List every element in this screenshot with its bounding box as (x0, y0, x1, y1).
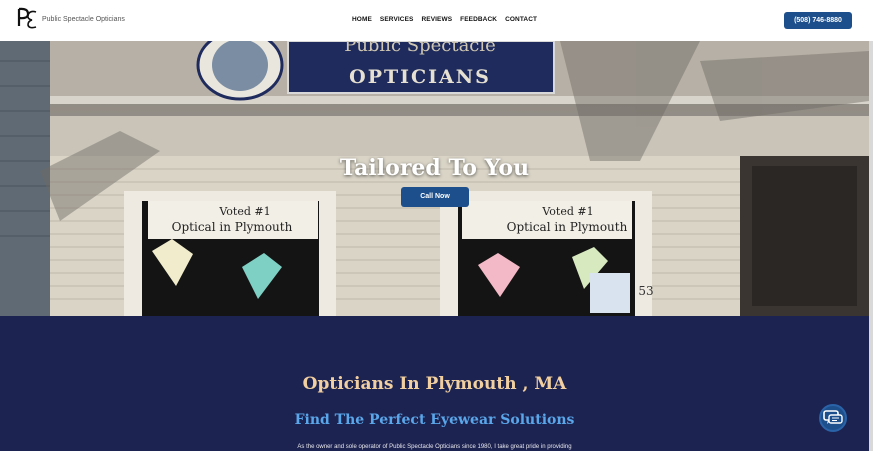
scrollbar-track[interactable] (869, 41, 873, 451)
poster-right-line2: Optical in Plymouth (507, 220, 628, 234)
hero-title: Tailored To You (339, 155, 530, 181)
nav-home[interactable]: HOME (352, 16, 372, 23)
intro-section: Opticians In Plymouth , MA Find The Perf… (0, 316, 869, 451)
chat-button[interactable] (819, 404, 847, 432)
nav-feedback[interactable]: FEEDBACK (460, 16, 497, 23)
nav-contact[interactable]: CONTACT (505, 16, 537, 23)
intro-subheading: Find The Perfect Eyewear Solutions (294, 412, 575, 428)
house-number: 53 (638, 284, 653, 298)
poster-left-line1: Voted #1 (218, 205, 270, 218)
phone-button[interactable]: (508) 746-8880 (784, 12, 852, 29)
logo-text: Public Spectacle Opticians (42, 15, 125, 23)
logo[interactable]: Public Spectacle Opticians (16, 6, 125, 30)
main-nav: HOME SERVICES REVIEWS FEEDBACK CONTACT (352, 16, 537, 23)
hero-section: Public Spectacle OPTICIANS Voted #1 Opti… (0, 41, 869, 316)
poster-left-line2: Optical in Plymouth (172, 220, 293, 234)
chat-icon (823, 410, 843, 424)
sign-top-text: Public Spectacle (344, 41, 496, 56)
poster-right-line1: Voted #1 (541, 205, 593, 218)
intro-heading: Opticians In Plymouth , MA (302, 374, 567, 394)
logo-mark-icon (17, 7, 37, 29)
sign-bottom-text: OPTICIANS (349, 66, 491, 88)
call-now-button[interactable]: Call Now (401, 187, 469, 207)
nav-reviews[interactable]: REVIEWS (421, 16, 452, 23)
intro-paragraph: As the owner and sole operator of Public… (297, 444, 572, 450)
nav-services[interactable]: SERVICES (380, 16, 414, 23)
site-header: Public Spectacle Opticians HOME SERVICES… (0, 0, 873, 41)
